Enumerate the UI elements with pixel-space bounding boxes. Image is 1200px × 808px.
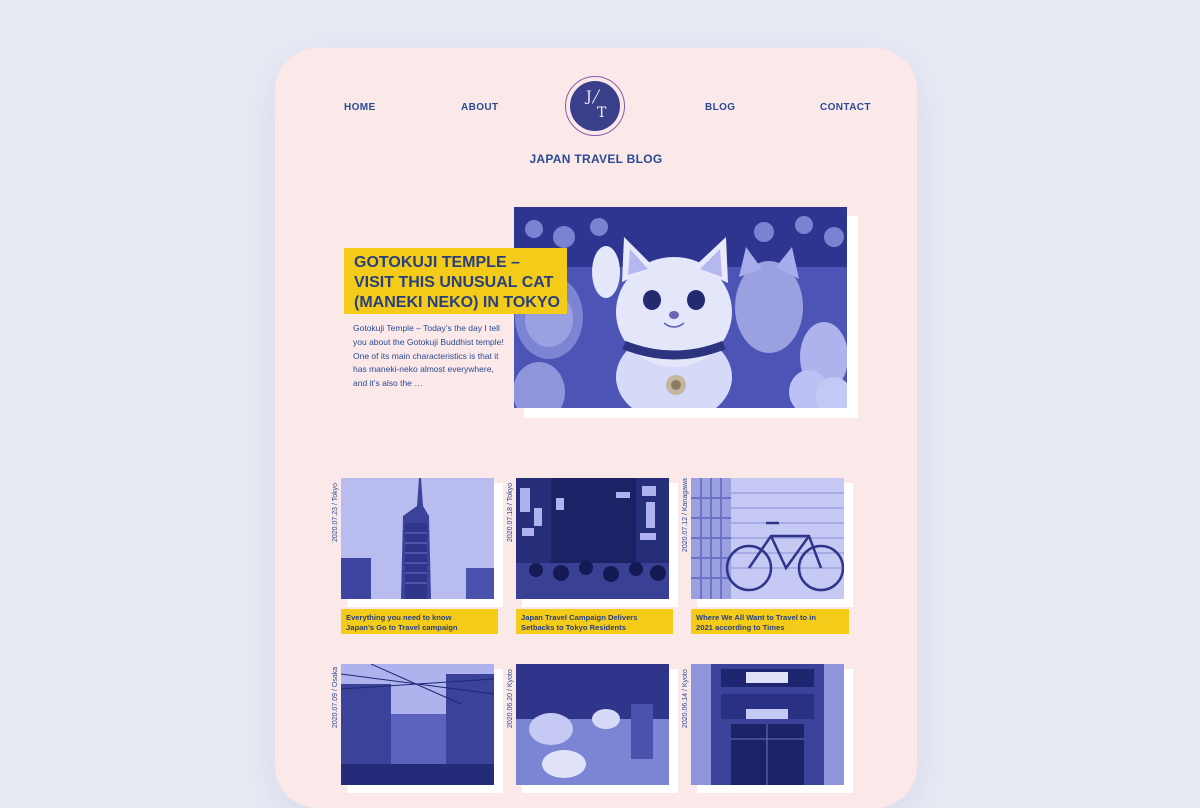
hero-title-line-3: (MANEKI NEKO) IN TOKYO bbox=[354, 294, 560, 311]
hero-excerpt: Gotokuji Temple – Today’s the day I tell… bbox=[353, 323, 504, 389]
post-date: 2020.06.20 / Kyoto bbox=[507, 669, 514, 728]
post-date: 2020.07.12 / Kanagawa bbox=[682, 478, 689, 552]
post-title-line-2: Setbacks to Tokyo Residents bbox=[521, 623, 626, 632]
post-title[interactable]: Everything you need to know Japan’s Go t… bbox=[341, 609, 498, 634]
post-title-line-2: 2021 according to Times bbox=[696, 623, 785, 632]
skyscraper-photo[interactable] bbox=[341, 478, 494, 599]
post-title-line-1: Everything you need to know bbox=[346, 613, 452, 622]
osaka-street-photo[interactable] bbox=[341, 664, 494, 785]
bicycle-photo[interactable] bbox=[691, 478, 844, 599]
kyoto-shop-photo[interactable] bbox=[691, 664, 844, 785]
post-date: 2020.07.23 / Tokyo bbox=[332, 482, 339, 542]
post-title-line-1: Where We All Want to Travel to in bbox=[696, 613, 816, 622]
post-title-line-1: Japan Travel Campaign Delivers bbox=[521, 613, 638, 622]
site-title: JAPAN TRAVEL BLOG bbox=[529, 152, 663, 166]
logo-slash bbox=[591, 89, 601, 104]
site-logo[interactable]: J T bbox=[570, 81, 620, 131]
post-title[interactable]: Japan Travel Campaign Delivers Setbacks … bbox=[516, 609, 673, 634]
nav-blog[interactable]: BLOG bbox=[705, 102, 736, 113]
hero-title-line-1: GOTOKUJI TEMPLE – bbox=[354, 254, 520, 271]
logo-letter-t: T bbox=[597, 105, 607, 121]
nav-home[interactable]: HOME bbox=[344, 102, 376, 113]
night-street-photo[interactable] bbox=[516, 478, 669, 599]
hero-title-tag[interactable]: GOTOKUJI TEMPLE – VISIT THIS UNUSUAL CAT… bbox=[344, 248, 567, 314]
post-title-line-2: Japan’s Go to Travel campaign bbox=[346, 623, 458, 632]
nav-contact[interactable]: CONTACT bbox=[820, 102, 871, 113]
hero-title-line-2: VISIT THIS UNUSUAL CAT bbox=[354, 274, 554, 291]
teapot-photo[interactable] bbox=[516, 664, 669, 785]
post-date: 2020.07.09 / Osaka bbox=[332, 666, 339, 728]
post-title[interactable]: Where We All Want to Travel to in 2021 a… bbox=[691, 609, 849, 634]
post-date: 2020.07.18 / Tokyo bbox=[507, 482, 514, 542]
tablet-frame: HOME ABOUT BLOG CONTACT J T JAPAN TRAVEL… bbox=[275, 48, 917, 808]
nav-about[interactable]: ABOUT bbox=[461, 102, 499, 113]
post-date: 2020.06.14 / Kyoto bbox=[682, 669, 689, 728]
